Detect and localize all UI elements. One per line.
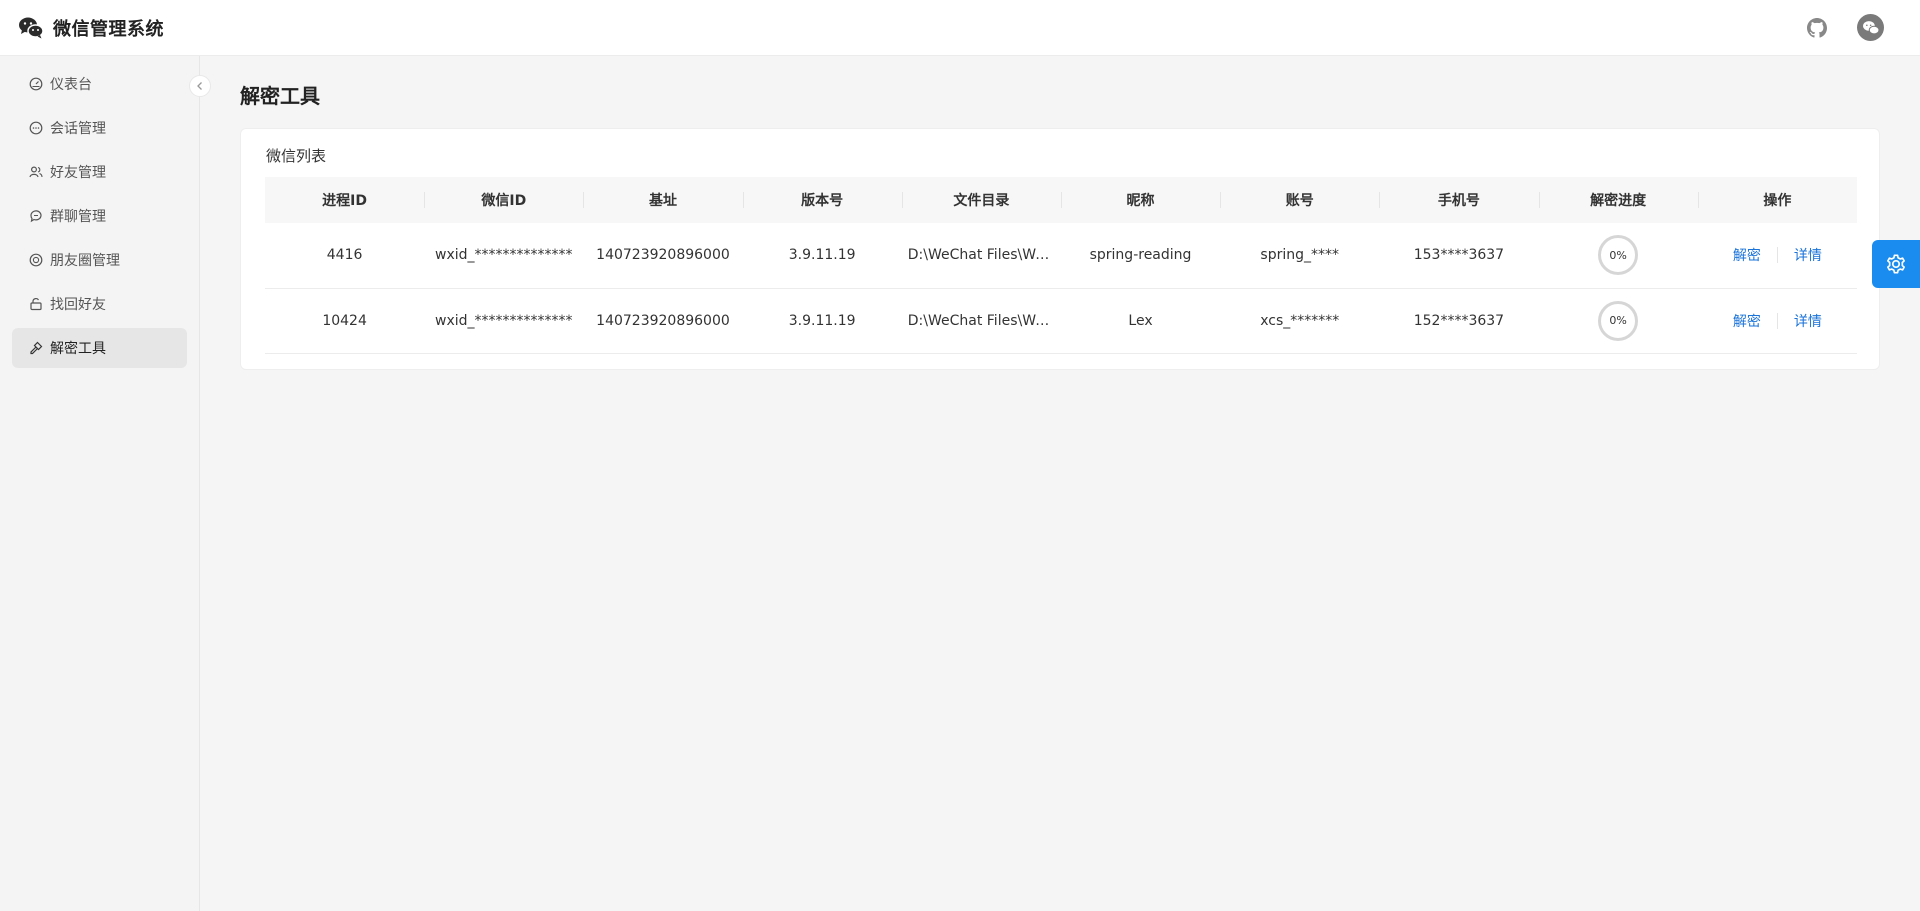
gear-icon [1887,254,1905,274]
user-avatar[interactable] [1857,14,1884,41]
cell-pid: 10424 [322,312,367,329]
sidebar-item-label: 群聊管理 [50,209,106,225]
cell-wxid: wxid_************** [435,312,573,329]
cell-account: xcs_******* [1260,312,1340,329]
cell-dir: D:\WeChat Files\WeC... [907,312,1061,329]
sidebar: 仪表台 会话管理 好友管理 群聊管理 朋友圈管理 找回好友 解密工具 [0,56,200,911]
sidebar-collapse-button[interactable] [189,75,211,97]
cell-phone: 152****3637 [1413,312,1505,329]
sidebar-item-moments[interactable]: 朋友圈管理 [12,240,187,280]
sidebar-item-decrypt-tool[interactable]: 解密工具 [12,328,187,368]
column-header: 版本号 [742,177,902,223]
wechat-table: 进程ID 微信ID 基址 版本号 文件目录 昵称 账号 手机号 解密进度 操作 … [265,177,1857,354]
settings-float-button[interactable] [1872,240,1920,288]
decrypt-button[interactable]: 解密 [1733,245,1761,265]
sidebar-item-group-chats[interactable]: 群聊管理 [12,196,187,236]
cell-version: 3.9.11.19 [788,312,856,329]
sidebar-item-recover-friends[interactable]: 找回好友 [12,284,187,324]
sidebar-item-label: 好友管理 [50,165,106,181]
table-header-row: 进程ID 微信ID 基址 版本号 文件目录 昵称 账号 手机号 解密进度 操作 [265,177,1857,223]
decrypt-progress-circle: 0% [1598,235,1639,276]
recover-icon [28,296,44,312]
cell-actions: 解密 详情 [1698,288,1857,353]
table-row: 4416 wxid_************** 140723920896000… [265,223,1857,288]
chevron-left-icon [197,82,202,90]
sidebar-item-label: 会话管理 [50,121,106,137]
sidebar-item-label: 解密工具 [50,341,106,357]
detail-button[interactable]: 详情 [1794,311,1822,331]
cell-phone: 153****3637 [1413,247,1505,264]
cell-actions: 解密 详情 [1698,223,1857,288]
users-icon [28,164,44,180]
column-header: 解密进度 [1538,177,1698,223]
column-header: 手机号 [1379,177,1538,223]
key-icon [28,340,44,356]
column-header: 基址 [583,177,742,223]
cell-progress: 0% [1539,223,1698,288]
wechat-icon [19,17,44,38]
card-title: 微信列表 [266,147,327,165]
brand: 微信管理系统 [18,15,164,41]
cell-version: 3.9.11.19 [788,247,856,264]
sidebar-item-dashboard[interactable]: 仪表台 [12,64,187,104]
wechat-list-card: 微信列表 进程ID 微信ID 基址 版本号 文件目录 昵称 账号 手机号 解密进… [240,128,1880,370]
decrypt-progress-circle: 0% [1598,300,1639,341]
app-title: 微信管理系统 [53,18,164,40]
detail-button[interactable]: 详情 [1794,245,1822,265]
column-header: 文件目录 [901,177,1061,223]
cell-base: 140723920896000 [596,312,730,329]
group-chat-icon [28,208,44,224]
cell-pid: 4416 [326,247,363,264]
wechat-avatar-icon [1862,20,1879,34]
cell-progress: 0% [1539,288,1698,353]
sidebar-item-conversations[interactable]: 会话管理 [12,108,187,148]
column-header: 昵称 [1060,177,1220,223]
cell-dir: D:\WeChat Files\WeC... [907,247,1061,264]
table-row: 10424 wxid_************** 14072392089600… [265,288,1857,353]
top-header: 微信管理系统 [0,0,1920,56]
column-header: 操作 [1697,177,1857,223]
decrypt-button[interactable]: 解密 [1733,311,1761,331]
chat-icon [28,120,44,136]
column-header: 进程ID [322,193,368,209]
sidebar-item-label: 朋友圈管理 [50,253,120,269]
cell-account: spring_**** [1260,247,1340,264]
cell-base: 140723920896000 [596,247,730,264]
page-title: 解密工具 [240,84,320,108]
action-divider [1776,247,1778,264]
sidebar-item-label: 找回好友 [50,297,106,313]
column-header: 账号 [1220,177,1379,223]
sidebar-item-label: 仪表台 [50,77,92,93]
github-icon[interactable] [1807,17,1827,38]
column-header: 微信ID [424,177,583,223]
cell-wxid: wxid_************** [435,247,573,264]
cell-nickname: spring-reading [1089,247,1192,264]
moments-icon [28,252,44,268]
cell-nickname: Lex [1128,312,1153,329]
action-divider [1776,312,1778,329]
sidebar-item-friends[interactable]: 好友管理 [12,152,187,192]
dashboard-icon [28,76,44,92]
